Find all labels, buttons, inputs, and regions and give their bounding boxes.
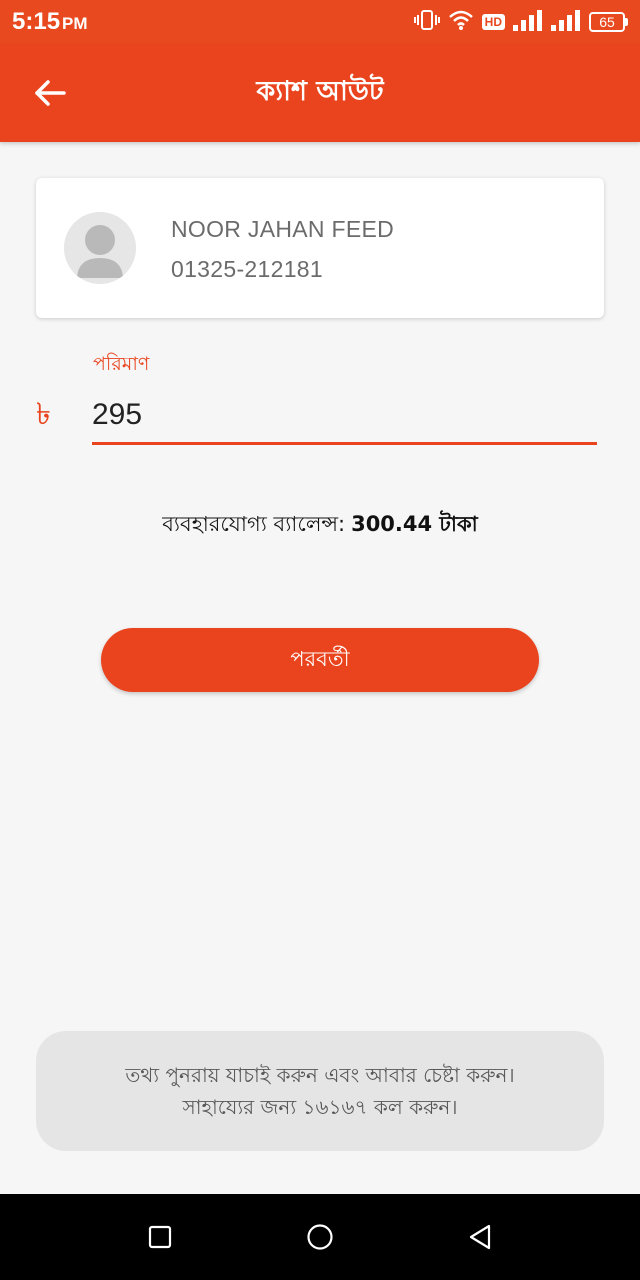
recipient-name: NOOR JAHAN FEED <box>171 216 395 242</box>
taka-icon: ৳ <box>36 397 51 432</box>
balance-label: ব্যবহারযোগ্য ব্যালেন্স: <box>162 512 346 536</box>
battery-tip <box>625 18 628 26</box>
amount-label: পরিমাণ <box>93 353 150 375</box>
balance-value: 300.44 টাকা <box>351 512 478 536</box>
amount-underline <box>92 442 597 445</box>
system-nav-bar <box>0 1194 640 1280</box>
next-button[interactable]: পরবর্তী <box>101 628 539 692</box>
arrow-left-icon <box>35 80 66 106</box>
status-time-ampm: PM <box>62 14 88 33</box>
status-bar: 5:15 PM HD 65 <box>0 0 640 44</box>
person-icon <box>64 212 136 284</box>
status-icons: HD 65 <box>413 9 628 35</box>
toast-line-1: তথ্য পুনরায় যাচাই করুন এবং আবার চেষ্টা … <box>125 1063 515 1087</box>
signal-icon <box>513 9 543 35</box>
battery-icon: 65 <box>589 12 628 32</box>
battery-level: 65 <box>589 12 625 32</box>
app-bar: ক্যাশ আউট <box>0 44 640 142</box>
avatar <box>64 212 136 284</box>
recents-button[interactable] <box>135 1212 185 1262</box>
amount-input[interactable] <box>92 392 597 438</box>
back-button[interactable] <box>26 73 74 113</box>
recipient-phone: 01325-212181 <box>171 256 323 282</box>
home-circle-icon <box>307 1224 333 1250</box>
back-triangle-icon <box>469 1224 491 1250</box>
available-balance: ব্যবহারযোগ্য ব্যালেন্স: 300.44 টাকা <box>0 508 640 543</box>
recents-square-icon <box>148 1225 172 1249</box>
hd-badge: HD <box>481 14 505 30</box>
signal-icon <box>551 9 581 35</box>
toast-line-2: সাহায্যের জন্য ১৬১৬৭ কল করুন। <box>182 1095 458 1119</box>
wifi-icon <box>448 9 474 35</box>
page-title: ক্যাশ আউট <box>256 75 384 107</box>
home-button[interactable] <box>295 1212 345 1262</box>
system-back-button[interactable] <box>455 1212 505 1262</box>
vibrate-icon <box>413 9 440 35</box>
recipient-card: NOOR JAHAN FEED 01325-212181 <box>36 178 604 318</box>
status-time: 5:15 PM <box>12 8 88 36</box>
status-time-value: 5:15 <box>12 8 61 35</box>
next-button-label: পরবর্তী <box>290 647 350 671</box>
toast-message: তথ্য পুনরায় যাচাই করুন এবং আবার চেষ্টা … <box>36 1031 604 1151</box>
